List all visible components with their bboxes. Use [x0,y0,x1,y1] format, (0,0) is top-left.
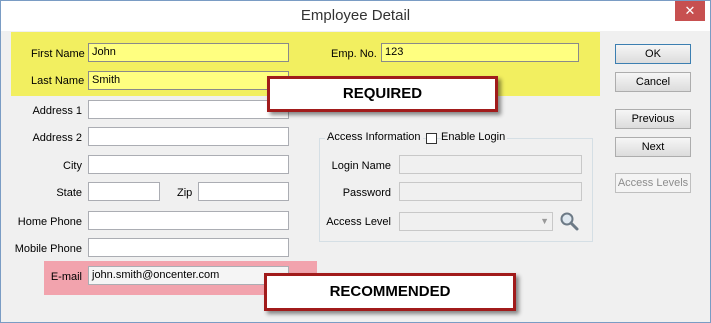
address1-field[interactable] [88,100,289,119]
ok-button[interactable]: OK [615,44,691,64]
access-levels-button[interactable]: Access Levels [615,173,691,193]
title-bar: Employee Detail ✕ [1,1,710,31]
mobile-phone-field[interactable] [88,238,289,257]
city-label: City [63,160,82,172]
home-phone-label: Home Phone [17,216,82,228]
email-field[interactable]: john.smith@oncenter.com [88,266,289,285]
last-name-label: Last Name [31,75,85,87]
employee-detail-window: Employee Detail ✕ First Name John Last N… [0,0,711,323]
address2-field[interactable] [88,127,289,146]
access-level-select[interactable]: ▼ [399,212,553,231]
close-button[interactable]: ✕ [675,1,705,21]
address1-label: Address 1 [32,105,82,117]
first-name-label: First Name [31,48,85,60]
chevron-down-icon: ▼ [540,216,549,226]
access-level-label: Access Level [326,216,391,228]
mobile-phone-label: Mobile Phone [14,243,82,255]
zip-field[interactable] [198,182,289,201]
zip-label: Zip [177,187,193,199]
cancel-button[interactable]: Cancel [615,72,691,92]
address2-label: Address 2 [32,132,82,144]
search-icon[interactable] [559,211,580,232]
enable-login-label: Enable Login [441,131,508,143]
emp-no-label: Emp. No. [331,48,377,60]
window-title: Employee Detail [300,7,411,24]
next-button[interactable]: Next [615,137,691,157]
first-name-field[interactable]: John [88,43,289,62]
city-field[interactable] [88,155,289,174]
access-information-label: Access Information [325,131,423,143]
home-phone-field[interactable] [88,211,289,230]
state-field[interactable] [88,182,160,201]
emp-no-field[interactable]: 123 [381,43,579,62]
required-callout: REQUIRED [267,76,498,112]
close-icon: ✕ [684,3,696,18]
password-field[interactable] [399,182,582,201]
previous-button[interactable]: Previous [615,109,691,129]
login-name-label: Login Name [331,160,391,172]
recommended-callout: RECOMMENDED [264,273,516,311]
login-name-field[interactable] [399,155,582,174]
email-label: E-mail [50,271,82,283]
enable-login-checkbox[interactable] [426,133,437,144]
password-label: Password [342,187,391,199]
state-label: State [56,187,82,199]
last-name-field[interactable]: Smith [88,71,289,90]
